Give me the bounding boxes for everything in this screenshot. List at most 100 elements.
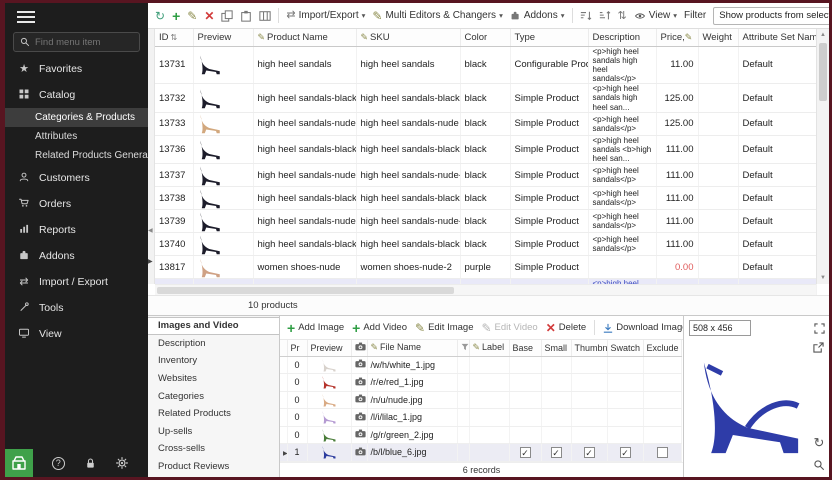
col-description[interactable]: Description [588, 29, 656, 46]
sidebar-item-addons[interactable]: Addons [5, 243, 148, 269]
image-row[interactable]: 0 /w/h/white_1.jpg [280, 356, 681, 374]
tab-categories[interactable]: Categories [148, 387, 279, 405]
scrollbar-thumb[interactable] [819, 43, 827, 101]
product-row[interactable]: 13740 high heel sandals-black-38 high he… [155, 233, 816, 256]
download-image-button[interactable]: Download Image [603, 322, 683, 333]
edit-image-button[interactable]: ✎Edit Image [415, 322, 473, 334]
col-type[interactable]: Type [510, 29, 588, 46]
open-external-icon[interactable] [813, 342, 824, 353]
sidebar-item-attributes[interactable]: Attributes [5, 127, 148, 146]
refresh-preview-icon[interactable]: ↻ [814, 436, 825, 449]
lock-icon[interactable] [84, 457, 97, 470]
add-image-button[interactable]: +Add Image [287, 321, 344, 335]
tab-websites[interactable]: Websites [148, 370, 279, 388]
tab-cross-sells[interactable]: Cross-sells [148, 440, 279, 458]
zoom-icon[interactable] [813, 459, 825, 471]
tab-up-sells[interactable]: Up-sells [148, 423, 279, 441]
tab-related-products[interactable]: Related Products [148, 405, 279, 423]
image-row-selected[interactable]: ▶ 1 /b/l/blue_6.jpg ✓ ✓ ✓ ✓ [280, 444, 681, 462]
small-checkbox[interactable]: ✓ [551, 447, 562, 458]
sidebar-item-catalog[interactable]: Catalog [5, 82, 148, 108]
col-color[interactable]: Color [460, 29, 510, 46]
base-checkbox[interactable]: ✓ [520, 447, 531, 458]
preview-image[interactable] [690, 340, 811, 471]
col-file-name[interactable]: ✎File Name [367, 340, 457, 356]
addons-menu[interactable]: Addons ▾ [510, 10, 565, 21]
image-row[interactable]: 0 /g/r/green_2.jpg [280, 426, 681, 444]
scroll-down-icon[interactable]: ▼ [817, 275, 829, 281]
tab-images-and-video[interactable]: Images and Video [148, 317, 279, 335]
sidebar-item-related-products-generator[interactable]: Related Products Generator [5, 146, 148, 165]
edit-product-button[interactable]: ✎ [187, 10, 197, 22]
col-label[interactable]: ✎Label [469, 340, 509, 356]
sidebar-item-favorites[interactable]: ★ Favorites [5, 56, 148, 82]
col-attribute-set[interactable]: Attribute Set Name [738, 29, 816, 46]
collapse-handle-icon[interactable]: ◀ [148, 227, 153, 234]
sidebar-item-customers[interactable]: Customers [5, 165, 148, 191]
image-row[interactable]: 0 /l/i/lilac_1.jpg [280, 409, 681, 427]
multi-editors-menu[interactable]: ✎ Multi Editors & Changers ▾ [372, 10, 502, 22]
col-camera[interactable] [351, 340, 367, 356]
col-weight[interactable]: Weight [698, 29, 738, 46]
product-row[interactable]: 13817 women shoes-nude women shoes-nude-… [155, 256, 816, 279]
image-size-field[interactable] [689, 320, 751, 336]
sidebar-item-categories-products[interactable]: Categories & Products [5, 108, 148, 127]
sidebar-item-tools[interactable]: Tools [5, 295, 148, 321]
sidebar-item-orders[interactable]: Orders [5, 191, 148, 217]
hamburger-menu-icon[interactable] [17, 11, 35, 23]
add-video-button[interactable]: +Add Video [352, 321, 407, 335]
columns-button[interactable] [259, 10, 271, 22]
product-row[interactable]: 13733 high heel sandals-nude high heel s… [155, 112, 816, 135]
store-manager-logo[interactable] [5, 449, 33, 477]
product-row[interactable]: 13738 high heel sandals-black-37 high he… [155, 187, 816, 210]
clear-sort-button[interactable]: ⇅ [618, 9, 627, 22]
product-row[interactable]: 13739 high heel sandals-nude-37 high hee… [155, 210, 816, 233]
sidebar-item-reports[interactable]: Reports [5, 217, 148, 243]
sidebar-item-import-export[interactable]: ⇄ Import / Export [5, 269, 148, 295]
col-id[interactable]: ID⇅ [155, 29, 193, 46]
copy-button[interactable] [221, 10, 233, 22]
gear-icon[interactable] [115, 456, 129, 470]
import-export-menu[interactable]: ⇄ Import/Export ▾ [286, 10, 365, 21]
add-product-button[interactable]: + [172, 9, 180, 23]
sort-ascending-button[interactable] [580, 10, 592, 22]
thumbnail-checkbox[interactable]: ✓ [584, 447, 595, 458]
help-icon[interactable]: ? [52, 457, 65, 470]
col-image-preview[interactable]: Preview [307, 340, 351, 356]
product-row[interactable]: 13732 high heel sandals-black high heel … [155, 84, 816, 113]
swatch-checkbox[interactable]: ✓ [620, 447, 631, 458]
vertical-scrollbar[interactable]: ▲ ▼ [816, 29, 829, 284]
sidebar-item-view[interactable]: View [5, 321, 148, 347]
tab-description[interactable]: Description [148, 335, 279, 353]
paste-button[interactable] [240, 10, 252, 22]
scroll-up-icon[interactable]: ▲ [817, 32, 829, 38]
product-row[interactable]: 13737 high heel sandals-nude-36 high hee… [155, 164, 816, 187]
view-menu[interactable]: View ▾ [634, 10, 677, 22]
col-base[interactable]: Base [509, 340, 541, 356]
search-input[interactable] [35, 37, 133, 48]
horizontal-scrollbar[interactable] [155, 284, 816, 295]
filter-dropdown[interactable]: Show products from selected categories ▾ [713, 7, 829, 25]
col-small[interactable]: Small [541, 340, 571, 356]
scrollbar-thumb[interactable] [157, 287, 454, 294]
col-preview[interactable]: Preview [193, 29, 253, 46]
sort-descending-button[interactable] [599, 10, 611, 22]
col-exclude[interactable]: Exclude [643, 340, 681, 356]
edit-video-button[interactable]: ✎Edit Video [481, 322, 537, 334]
tab-product-reviews[interactable]: Product Reviews [148, 458, 279, 476]
col-product-name[interactable]: ✎Product Name [253, 29, 356, 46]
tab-inventory[interactable]: Inventory [148, 352, 279, 370]
product-row[interactable]: 13731 high heel sandals high heel sandal… [155, 46, 816, 84]
fullscreen-icon[interactable] [814, 323, 825, 334]
col-sku[interactable]: ✎SKU [356, 29, 460, 46]
image-row[interactable]: 0 /r/e/red_1.jpg [280, 374, 681, 392]
exclude-checkbox[interactable] [657, 447, 668, 458]
col-price[interactable]: Price,✎ [656, 29, 698, 46]
image-row[interactable]: 0 /n/u/nude.jpg [280, 391, 681, 409]
col-swatch[interactable]: Swatch [607, 340, 643, 356]
col-position[interactable]: Pr [287, 340, 307, 356]
sidebar-search[interactable] [13, 32, 140, 52]
product-row[interactable]: 13736 high heel sandals-black-36 high he… [155, 135, 816, 164]
refresh-button[interactable]: ↻ [155, 10, 165, 22]
delete-product-button[interactable]: ✕ [204, 10, 214, 22]
